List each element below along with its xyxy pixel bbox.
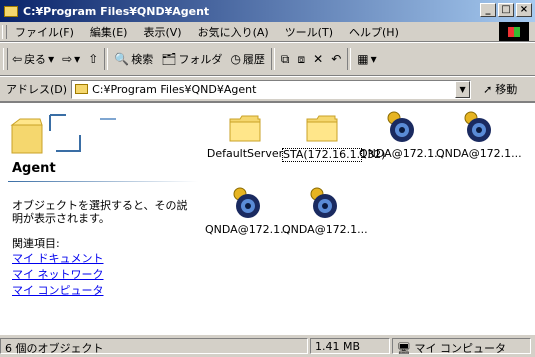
copy-to-icon: ⧈	[297, 51, 306, 66]
views-dropdown-icon[interactable]: ▾	[371, 52, 377, 66]
agent-gear-icon	[464, 111, 491, 142]
forward-arrow-icon: ⇨	[62, 52, 73, 66]
status-size: 1.41 MB	[310, 338, 390, 354]
menu-view[interactable]: 表示(V)	[135, 24, 189, 40]
file-name: QNDA@172.1...	[436, 147, 522, 160]
close-button[interactable]: ×	[516, 3, 532, 17]
copy-to-button[interactable]: ⧈	[294, 52, 310, 67]
address-bar: アドレス(D) C:¥Program Files¥QND¥Agent ▼ ➚ 移…	[0, 76, 535, 102]
window-title: C:¥Program Files¥QND¥Agent	[23, 4, 210, 18]
back-label: 戻る	[24, 53, 47, 66]
agent-gear-icon	[310, 187, 337, 218]
toolbar-separator	[347, 48, 352, 70]
up-folder-icon: ⇧	[88, 52, 99, 66]
agent-gear-icon	[387, 111, 414, 142]
menu-edit[interactable]: 編集(E)	[82, 24, 136, 40]
address-input[interactable]: C:¥Program Files¥QND¥Agent ▼	[71, 79, 472, 99]
menu-help[interactable]: ヘルプ(H)	[341, 24, 407, 40]
computer-icon: 🖥	[397, 342, 411, 355]
web-view-panel: Agent オブジェクトを選択すると、その説明が表示されます。 関連項目: マイ…	[0, 103, 200, 335]
toolbar-separator	[270, 48, 275, 70]
content-area: Agent オブジェクトを選択すると、その説明が表示されます。 関連項目: マイ…	[0, 102, 535, 335]
link-my-network[interactable]: マイ ネットワーク	[12, 267, 104, 283]
undo-button[interactable]: ↶	[327, 52, 345, 66]
menu-bar: ファイル(F) 編集(E) 表示(V) お気に入り(A) ツール(T) ヘルプ(…	[0, 22, 535, 42]
history-icon: ◷	[230, 52, 241, 66]
search-icon: 🔍	[114, 52, 130, 66]
menu-tools[interactable]: ツール(T)	[277, 24, 341, 40]
file-item[interactable]: STA(172.16.1.132)	[282, 111, 386, 162]
toolbar: ⇦ 戻る ▾ ⇨ ▾ ⇧ 🔍 検索 🗂 フォルダ ◷ 履歴 ⧉ ⧈ ✕ ↶ ▦ …	[0, 42, 535, 76]
file-name: QNDA@172.1...	[359, 147, 445, 160]
delete-icon: ✕	[313, 52, 324, 66]
address-value: C:¥Program Files¥QND¥Agent	[92, 82, 257, 96]
search-label: 検索	[131, 53, 154, 66]
link-my-computer[interactable]: マイ コンピュータ	[12, 283, 104, 299]
views-button[interactable]: ▦ ▾	[353, 52, 380, 66]
file-item[interactable]: QNDA@172.1...	[205, 185, 291, 236]
history-label: 履歴	[242, 53, 265, 66]
up-folder-button[interactable]: ⇧	[84, 52, 102, 66]
status-bar: 6 個のオブジェクト 1.41 MB 🖥 マイ コンピュータ	[0, 335, 535, 357]
address-label: アドレス(D)	[6, 83, 68, 96]
folder-icon	[229, 115, 261, 142]
related-label: 関連項目:	[12, 237, 60, 250]
file-item[interactable]: QNDA@172.1...	[282, 185, 368, 236]
file-name: QNDA@172.1...	[282, 223, 368, 236]
maximize-button[interactable]: □	[498, 3, 514, 17]
menu-favorites[interactable]: お気に入り(A)	[190, 24, 277, 40]
related-links: マイ ドキュメント マイ ネットワーク マイ コンピュータ	[12, 251, 104, 299]
link-my-documents[interactable]: マイ ドキュメント	[12, 251, 104, 267]
window-controls: _ □ ×	[480, 3, 532, 17]
folder-banner-icon	[10, 114, 116, 154]
folders-icon: 🗂	[161, 52, 177, 66]
minimize-button[interactable]: _	[480, 3, 496, 17]
search-button[interactable]: 🔍 検索	[110, 51, 157, 67]
file-item[interactable]: DefaultServer	[205, 111, 285, 160]
folders-label: フォルダ	[178, 53, 223, 66]
windows-logo-icon	[499, 22, 529, 41]
file-name: STA(172.16.1.132)	[282, 148, 386, 162]
forward-dropdown-icon[interactable]: ▾	[74, 52, 80, 66]
forward-button[interactable]: ⇨ ▾	[58, 52, 84, 66]
file-name: DefaultServer	[206, 147, 284, 160]
back-button[interactable]: ⇦ 戻る ▾	[8, 51, 58, 67]
go-button[interactable]: ➚ 移動	[483, 81, 517, 97]
move-to-button[interactable]: ⧉	[277, 52, 294, 67]
file-name: QNDA@172.1...	[205, 223, 291, 236]
views-icon: ▦	[357, 52, 369, 66]
move-to-icon: ⧉	[280, 51, 290, 66]
go-arrow-icon: ➚	[483, 82, 493, 96]
panel-description: オブジェクトを選択すると、その説明が表示されます。	[12, 199, 188, 225]
status-object-count: 6 個のオブジェクト	[0, 338, 308, 355]
go-label: 移動	[495, 83, 518, 96]
panel-divider	[8, 181, 198, 182]
folders-button[interactable]: 🗂 フォルダ	[157, 51, 226, 67]
panel-title: Agent	[12, 161, 56, 176]
menu-file[interactable]: ファイル(F)	[7, 24, 82, 40]
history-button[interactable]: ◷ 履歴	[226, 51, 268, 67]
folder-icon	[306, 115, 338, 142]
toolbar-separator	[104, 48, 109, 70]
back-arrow-icon: ⇦	[12, 52, 23, 66]
address-dropdown-button[interactable]: ▼	[455, 80, 471, 98]
status-location-label: マイ コンピュータ	[414, 342, 506, 355]
delete-button[interactable]: ✕	[309, 52, 327, 66]
folder-icon	[4, 5, 18, 17]
back-dropdown-icon[interactable]: ▾	[48, 52, 54, 66]
explorer-window: C:¥Program Files¥QND¥Agent _ □ × ファイル(F)…	[0, 0, 535, 357]
folder-icon	[75, 84, 89, 94]
title-bar[interactable]: C:¥Program Files¥QND¥Agent _ □ ×	[0, 0, 535, 22]
agent-gear-icon	[233, 187, 260, 218]
undo-icon: ↶	[331, 52, 342, 66]
file-item[interactable]: QNDA@172.1...	[436, 109, 522, 160]
status-location: 🖥 マイ コンピュータ	[392, 338, 531, 355]
file-item[interactable]: QNDA@172.1...	[359, 109, 445, 160]
